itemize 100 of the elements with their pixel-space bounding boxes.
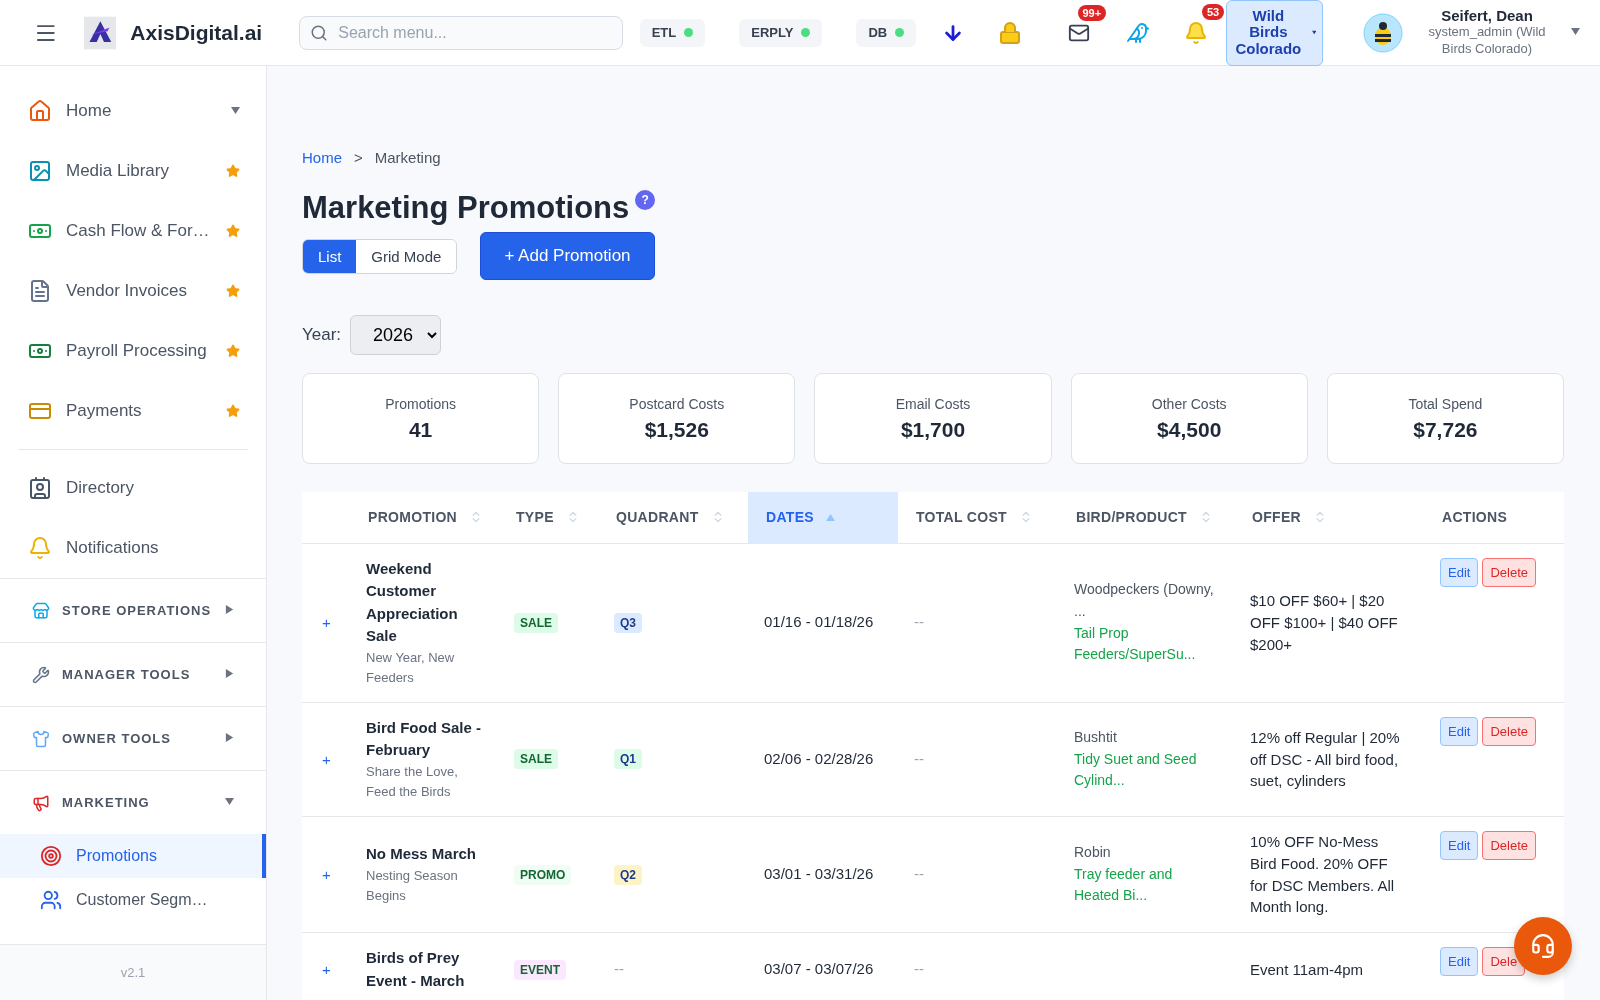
- sidebar-item[interactable]: Notifications: [0, 518, 266, 578]
- table-cell: 03/01 - 03/31/26: [764, 865, 874, 883]
- notification-badge: 99+: [1077, 4, 1107, 21]
- brand-name: AxisDigital.ai: [130, 20, 263, 45]
- caret-icon: [231, 105, 240, 115]
- promotion-name: No Mess March: [366, 844, 478, 865]
- column-header[interactable]: BIRD/PRODUCT: [1058, 492, 1234, 543]
- column-header[interactable]: DATES: [748, 492, 898, 543]
- view-toggle[interactable]: List: [303, 239, 357, 273]
- quadrant-tag: Q2: [614, 864, 642, 885]
- stat-label: Total Spend: [1408, 395, 1483, 412]
- column-header[interactable]: QUADRANT: [598, 492, 748, 543]
- breadcrumb-separator: >: [354, 149, 363, 166]
- caret-icon[interactable]: [1571, 27, 1580, 36]
- table-cell: --: [614, 960, 624, 978]
- year-label: Year:: [302, 325, 342, 345]
- expand-button[interactable]: +: [318, 961, 335, 979]
- sidebar-item[interactable]: Payments: [0, 381, 266, 441]
- delete-button[interactable]: Delete: [1482, 716, 1536, 746]
- star-icon: [226, 344, 240, 358]
- page-title: Marketing Promotions: [302, 190, 630, 226]
- bird-name: Woodpeckers (Downy, ...: [1074, 580, 1215, 621]
- bird-name: Robin: [1074, 843, 1112, 863]
- edit-button[interactable]: Edit: [1440, 947, 1479, 977]
- type-tag: PROMO: [514, 864, 572, 885]
- promotion-subtitle: New Year, New Feeders: [366, 648, 456, 687]
- breadcrumb-link[interactable]: Home: [302, 149, 342, 166]
- store-selector[interactable]: Wild Birds Colorado: [1226, 0, 1323, 66]
- expand-button[interactable]: +: [318, 750, 335, 768]
- status-chip: DB: [856, 18, 917, 47]
- type-tag: SALE: [514, 749, 558, 770]
- sidebar-section[interactable]: STORE OPERATIONS: [0, 578, 266, 642]
- table-cell: --: [914, 865, 924, 883]
- store-icon: [32, 601, 50, 620]
- column-header[interactable]: TOTAL COST: [898, 492, 1058, 543]
- sidebar-item[interactable]: Cash Flow & For…: [0, 201, 266, 261]
- promotion-name: Weekend Customer Appreciation Sale: [366, 558, 459, 646]
- sidebar-section[interactable]: MANAGER TOOLS: [0, 642, 266, 706]
- sidebar-item[interactable]: Media Library: [0, 141, 266, 201]
- sidebar-item[interactable]: Directory: [0, 458, 266, 518]
- caret-icon: [225, 669, 234, 678]
- stat-value: $1,526: [644, 417, 709, 442]
- stat-label: Promotions: [385, 395, 456, 412]
- delete-button[interactable]: Delete: [1482, 557, 1536, 587]
- table-cell: --: [914, 613, 924, 631]
- sidebar-item[interactable]: Vendor Invoices: [0, 261, 266, 321]
- sort-ascending-icon: [825, 512, 835, 522]
- headset-icon: [1530, 933, 1556, 959]
- search-field[interactable]: Search menu...: [299, 15, 623, 50]
- year-select[interactable]: 2026: [350, 315, 442, 355]
- stat-label: Email Costs: [895, 395, 971, 412]
- sidebar-item[interactable]: Home: [0, 81, 266, 141]
- edit-button[interactable]: Edit: [1440, 557, 1479, 587]
- column-header[interactable]: PROMOTION: [350, 492, 498, 543]
- quadrant-tag: Q3: [614, 612, 642, 633]
- edit-button[interactable]: Edit: [1440, 831, 1479, 861]
- avatar-icon[interactable]: [1363, 12, 1403, 53]
- status-chip: ETL: [639, 18, 706, 47]
- document-icon: [28, 279, 52, 303]
- view-toggle[interactable]: Grid Mode: [356, 239, 457, 273]
- type-tag: SALE: [514, 612, 558, 633]
- stat-label: Postcard Costs: [629, 395, 725, 412]
- edit-button[interactable]: Edit: [1440, 716, 1479, 746]
- user-name: Seifert, Dean: [1441, 7, 1533, 25]
- product-name: Tidy Suet and Seed Cylind...: [1074, 749, 1198, 791]
- stat-value: $1,700: [900, 417, 966, 442]
- target-icon: [40, 845, 62, 867]
- sidebar-item[interactable]: Payroll Processing: [0, 321, 266, 381]
- bird-name: Bushtit: [1074, 727, 1118, 747]
- column-header[interactable]: ACTIONS: [1424, 492, 1564, 543]
- breadcrumb-current: Marketing: [374, 149, 441, 166]
- help-icon[interactable]: ?: [635, 190, 656, 210]
- stat-label: Other Costs: [1151, 395, 1227, 412]
- quadrant-tag: Q1: [614, 749, 642, 770]
- user-role: system_admin (Wild Birds Colorado): [1427, 24, 1547, 58]
- star-icon: [226, 164, 240, 178]
- search-icon: [310, 23, 329, 42]
- bird-button[interactable]: [1126, 20, 1151, 45]
- stat-value: $4,500: [1157, 417, 1222, 442]
- delete-button[interactable]: Delete: [1482, 831, 1536, 861]
- add-promotion-button[interactable]: + Add Promotion: [480, 232, 655, 280]
- home-icon: [28, 99, 52, 123]
- promotion-subtitle: Share the Love, Feed the Birds: [366, 762, 459, 801]
- status-chip: ERPLY: [739, 18, 823, 47]
- table-cell: 01/16 - 01/18/26: [764, 613, 874, 631]
- product-name: Tray feeder and Heated Bi...: [1074, 864, 1174, 906]
- caret-icon: [225, 797, 234, 806]
- sidebar-subitem[interactable]: Customer Segm…: [0, 878, 266, 922]
- people-icon: [40, 889, 62, 911]
- sidebar-section[interactable]: OWNER TOOLS: [0, 706, 266, 770]
- image-icon: [28, 159, 52, 183]
- product-name: Tail Prop Feeders/SuperSu...: [1074, 623, 1197, 665]
- offer-text: $10 OFF $60+ | $20 OFF $100+ | $40 OFF $200+: [1250, 591, 1399, 655]
- column-header[interactable]: TYPE: [498, 492, 598, 543]
- expand-button[interactable]: +: [318, 614, 335, 632]
- expand-button[interactable]: +: [318, 866, 335, 884]
- offer-text: 12% off Regular | 20% off DSC - All bird food, suet, cylinders: [1250, 727, 1401, 792]
- column-header[interactable]: OFFER: [1234, 492, 1424, 543]
- star-icon: [226, 224, 240, 238]
- sidebar-subitem[interactable]: Promotions: [0, 834, 266, 878]
